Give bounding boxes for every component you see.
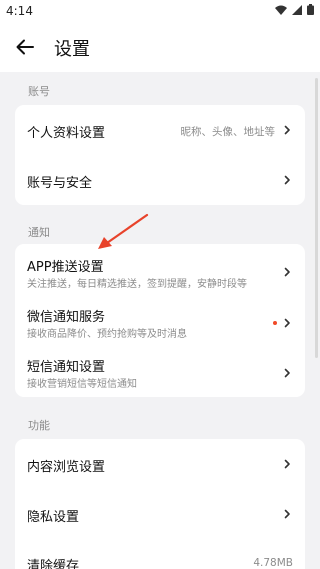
- unread-dot: [273, 321, 277, 325]
- row-profile-settings[interactable]: 个人资料设置 昵称、头像、地址等: [15, 105, 305, 155]
- account-card: 个人资料设置 昵称、头像、地址等 账号与安全: [15, 105, 305, 205]
- row-account-security[interactable]: 账号与安全: [15, 155, 305, 205]
- status-icons: [275, 4, 314, 15]
- battery-icon: [307, 4, 314, 15]
- chevron-right-icon: [284, 459, 290, 469]
- row-title: 微信通知服务: [27, 310, 106, 325]
- section-label-account: 账号: [28, 85, 50, 98]
- row-subtitle: 接收营销短信等短信通知: [27, 379, 137, 390]
- section-label-features: 功能: [28, 419, 50, 432]
- chevron-right-icon: [284, 125, 290, 135]
- features-card: 内容浏览设置 隐私设置 清除缓存 4.78MB: [15, 439, 305, 569]
- row-wechat-notification[interactable]: 微信通知服务 接收商品降价、预约抢购等及时消息: [15, 296, 305, 346]
- notification-card: APP推送设置 关注推送，每日精选推送，签到提醒，安静时段等 微信通知服务 接收…: [15, 244, 305, 397]
- signal-icon: [292, 4, 302, 15]
- chevron-right-icon: [284, 175, 290, 185]
- row-subtitle: 接收商品降价、预约抢购等及时消息: [27, 329, 187, 340]
- row-privacy-settings[interactable]: 隐私设置: [15, 489, 305, 539]
- row-title: 内容浏览设置: [27, 460, 106, 475]
- row-content-browsing[interactable]: 内容浏览设置: [15, 439, 305, 489]
- row-subtitle: 关注推送，每日精选推送，签到提醒，安静时段等: [27, 279, 247, 290]
- chevron-right-icon: [284, 267, 290, 277]
- chevron-right-icon: [284, 509, 290, 519]
- row-title: APP推送设置: [27, 260, 104, 275]
- app-bar: 设置: [0, 22, 320, 72]
- chevron-right-icon: [284, 368, 290, 378]
- section-label-notification: 通知: [28, 226, 50, 239]
- scrollbar[interactable]: [315, 78, 318, 358]
- row-title: 隐私设置: [27, 510, 80, 525]
- row-sms-notification[interactable]: 短信通知设置 接收营销短信等短信通知: [15, 346, 305, 397]
- status-time: 4:14: [6, 4, 33, 18]
- row-clear-cache[interactable]: 清除缓存 4.78MB: [15, 539, 305, 569]
- status-bar: 4:14: [0, 0, 320, 22]
- row-title: 账号与安全: [27, 176, 93, 191]
- back-arrow-icon[interactable]: [14, 36, 36, 58]
- row-value: 昵称、头像、地址等: [180, 126, 276, 138]
- page-title: 设置: [54, 39, 90, 60]
- row-title: 个人资料设置: [27, 126, 106, 141]
- row-title: 清除缓存: [27, 559, 80, 569]
- row-app-push-settings[interactable]: APP推送设置 关注推送，每日精选推送，签到提醒，安静时段等: [15, 244, 305, 296]
- cache-size-value: 4.78MB: [253, 557, 293, 569]
- wifi-icon: [275, 5, 287, 15]
- chevron-right-icon: [284, 318, 290, 328]
- row-title: 短信通知设置: [27, 360, 106, 375]
